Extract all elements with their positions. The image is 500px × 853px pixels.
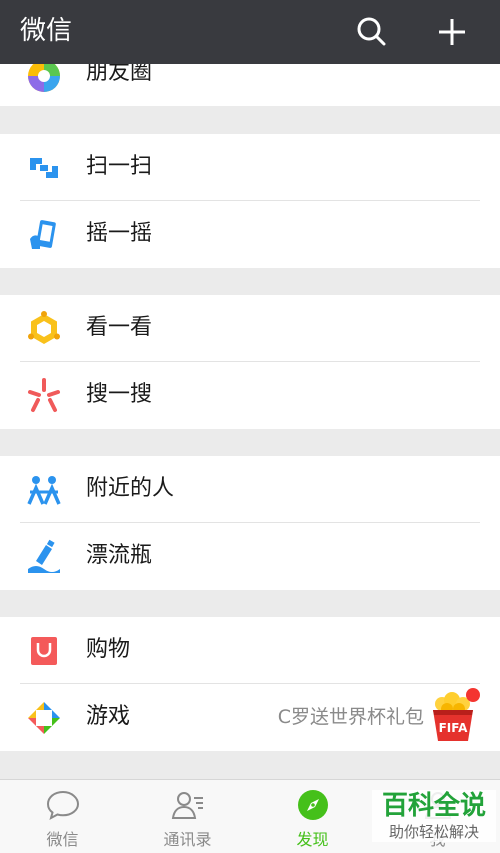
contacts-icon <box>171 792 203 819</box>
scan-row[interactable]: 扫一扫 <box>0 134 500 201</box>
search-row[interactable]: 搜一搜 <box>0 362 500 429</box>
shopping-label: 购物 <box>86 637 131 662</box>
fifa-badge-text: FIFA <box>439 721 468 735</box>
games-label: 游戏 <box>86 704 131 729</box>
page-title: 微信 <box>20 16 73 46</box>
watermark: 百科全说 助你轻松解决 <box>372 790 496 842</box>
drift-bottle-icon <box>28 539 60 573</box>
shopping-row[interactable]: 购物 <box>0 617 500 684</box>
people-nearby-label: 附近的人 <box>86 476 175 501</box>
games-row[interactable]: 游戏 C罗送世界杯礼包 FIFA <box>0 684 500 751</box>
people-nearby-row[interactable]: 附近的人 <box>0 456 500 523</box>
search-feature-icon <box>28 378 60 412</box>
scan-label: 扫一扫 <box>86 154 153 179</box>
scan-shake-group: 扫一扫 摇一摇 <box>0 134 500 268</box>
search-icon[interactable] <box>352 12 392 52</box>
people-nearby-icon <box>27 476 61 505</box>
shake-label: 摇一摇 <box>86 221 153 246</box>
moments-row[interactable]: 朋友圈 <box>0 64 500 106</box>
top-stories-icon <box>28 311 60 344</box>
tab-label: 微信 <box>46 830 79 849</box>
top-stories-row[interactable]: 看一看 <box>0 295 500 362</box>
tab-label: 通讯录 <box>163 830 212 849</box>
top-bar: 微信 <box>0 0 500 64</box>
search-label: 搜一搜 <box>86 382 153 407</box>
scan-icon <box>30 158 58 178</box>
drift-bottle-label: 漂流瓶 <box>86 543 153 568</box>
top-stories-label: 看一看 <box>86 315 153 340</box>
shopping-games-group: 购物 游戏 C罗送世界杯礼包 FIFA <box>0 617 500 751</box>
tab-label: 发现 <box>296 830 329 849</box>
moments-label: 朋友圈 <box>86 64 153 85</box>
nearby-bottle-group: 附近的人 漂流瓶 <box>0 456 500 590</box>
drift-bottle-row[interactable]: 漂流瓶 <box>0 523 500 590</box>
moments-icon <box>28 64 60 92</box>
compass-icon <box>298 790 328 820</box>
games-icon <box>28 702 60 734</box>
moments-group: 朋友圈 <box>0 64 500 106</box>
stories-search-group: 看一看 搜一搜 <box>0 295 500 429</box>
add-icon[interactable] <box>432 12 472 52</box>
chat-bubble-icon <box>46 790 80 820</box>
shopping-bag-icon <box>31 637 57 665</box>
notification-dot <box>466 688 480 702</box>
games-promo-text: C罗送世界杯礼包 <box>277 706 424 728</box>
tab-discover[interactable]: 发现 <box>250 780 375 853</box>
tab-contacts[interactable]: 通讯录 <box>125 780 250 853</box>
tab-chats[interactable]: 微信 <box>0 780 125 853</box>
shake-row[interactable]: 摇一摇 <box>0 201 500 268</box>
watermark-subtitle: 助你轻松解决 <box>388 823 479 841</box>
watermark-title: 百科全说 <box>381 791 486 821</box>
shake-icon <box>30 220 56 249</box>
